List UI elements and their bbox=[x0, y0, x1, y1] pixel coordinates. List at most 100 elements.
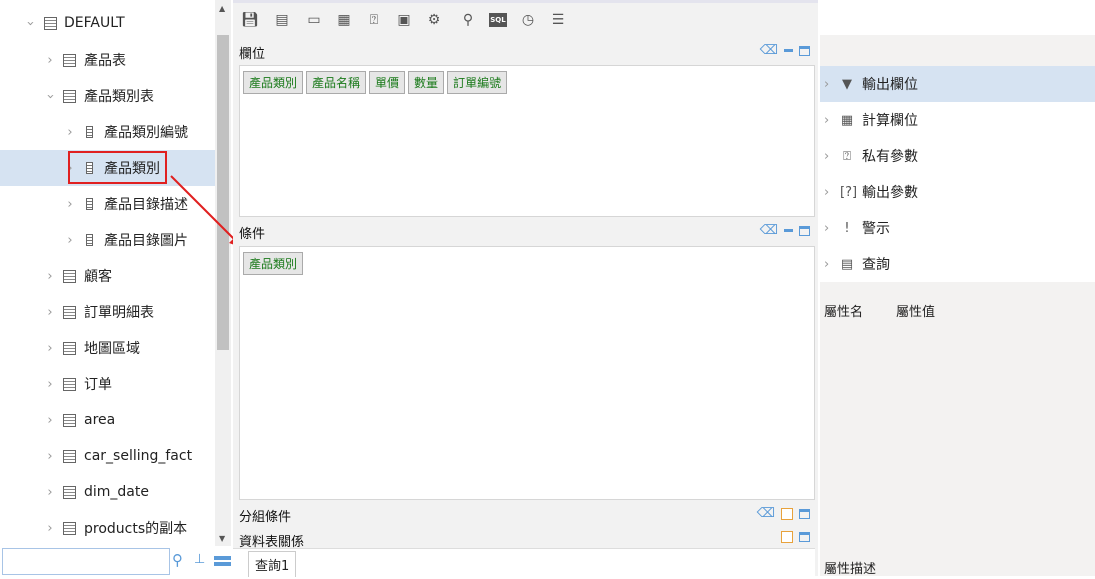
category-label: 計算欄位 bbox=[862, 110, 918, 130]
fields-label: 欄位 bbox=[239, 43, 265, 62]
tree-item[interactable]: › 訂單明細表 bbox=[0, 294, 215, 330]
chevron-right-icon[interactable]: › bbox=[824, 77, 829, 92]
search-icon[interactable]: ⚲ bbox=[172, 551, 183, 569]
field-chip[interactable]: 產品類別 bbox=[243, 252, 303, 275]
chevron-right-icon[interactable]: › bbox=[45, 521, 55, 536]
table-icon bbox=[63, 342, 76, 355]
save-icon[interactable]: 💾︎ bbox=[241, 11, 259, 29]
maximize-icon[interactable] bbox=[799, 46, 810, 56]
table-icon bbox=[63, 414, 76, 427]
tree-item[interactable]: › 地圖區域 bbox=[0, 330, 215, 366]
tree-search-input[interactable] bbox=[2, 548, 170, 575]
property-category[interactable]: ›▼輸出欄位 bbox=[820, 66, 1095, 102]
relations-controls bbox=[781, 531, 810, 543]
tree-item[interactable]: › products的副本 bbox=[0, 510, 215, 546]
properties-panel: ›▼輸出欄位›▦計算欄位›⍰私有參數›[?]輸出參數›!警示›▤查詢 屬性名 屬… bbox=[820, 35, 1095, 576]
category-label: 輸出參數 bbox=[862, 182, 918, 202]
tree-root-label: DEFAULT bbox=[64, 15, 125, 31]
conditions-panel[interactable]: 產品類別 bbox=[239, 246, 815, 500]
field-chip[interactable]: 數量 bbox=[408, 71, 444, 94]
chevron-right-icon[interactable]: › bbox=[45, 341, 55, 356]
property-category[interactable]: ›▦計算欄位 bbox=[820, 102, 1095, 138]
parameter-icon[interactable]: ⍰ bbox=[365, 11, 383, 29]
tree-item[interactable]: › 顧客 bbox=[0, 258, 215, 294]
tree-item-label: products的副本 bbox=[84, 518, 187, 538]
tree-item-label: 地圖區域 bbox=[84, 338, 140, 358]
chevron-right-icon[interactable]: › bbox=[65, 197, 75, 212]
tree-item[interactable]: › car_selling_fact bbox=[0, 438, 215, 474]
chevron-right-icon[interactable]: › bbox=[45, 53, 55, 68]
layout-icon[interactable]: ▭ bbox=[305, 11, 323, 29]
tree-item[interactable]: › 產品類別表 bbox=[0, 78, 215, 114]
chevron-right-icon[interactable]: › bbox=[824, 221, 829, 236]
list-view-icon[interactable] bbox=[214, 556, 231, 566]
chevron-right-icon[interactable]: › bbox=[824, 113, 829, 128]
maximize-icon[interactable] bbox=[799, 509, 810, 519]
scroll-up-icon[interactable]: ▲ bbox=[219, 4, 225, 13]
group-conditions-label: 分組條件 bbox=[239, 506, 291, 525]
property-category[interactable]: ›▤查詢 bbox=[820, 246, 1095, 282]
sql-icon[interactable]: SQL bbox=[489, 13, 507, 27]
export-icon[interactable]: ▣ bbox=[395, 11, 413, 29]
minimize-icon[interactable] bbox=[784, 49, 793, 52]
save-as-icon[interactable]: ▤ bbox=[273, 11, 291, 29]
tree-item-label: car_selling_fact bbox=[84, 448, 192, 464]
database-icon bbox=[44, 17, 57, 30]
tree-item-label: 订单 bbox=[84, 374, 112, 394]
property-name-header: 屬性名 bbox=[824, 301, 863, 320]
field-chip[interactable]: 訂單編號 bbox=[447, 71, 507, 94]
field-chip[interactable]: 產品類別 bbox=[243, 71, 303, 94]
chevron-down-icon[interactable]: › bbox=[43, 91, 58, 101]
column-icon bbox=[86, 234, 93, 246]
restore-icon[interactable] bbox=[781, 508, 793, 520]
chevron-right-icon[interactable]: › bbox=[824, 149, 829, 164]
chevron-right-icon[interactable]: › bbox=[45, 305, 55, 320]
fields-panel[interactable]: 產品類別產品名稱單價數量訂單編號 bbox=[239, 65, 815, 217]
hierarchy-icon[interactable]: ⊥ bbox=[194, 552, 205, 567]
chevron-right-icon[interactable]: › bbox=[45, 413, 55, 428]
search-icon[interactable]: ⚲ bbox=[459, 11, 477, 29]
tree-item[interactable]: › 產品表 bbox=[0, 42, 215, 78]
clock-icon[interactable]: ◷ bbox=[519, 11, 537, 29]
tree-item[interactable]: › dim_date bbox=[0, 474, 215, 510]
column-icon bbox=[86, 198, 93, 210]
chevron-right-icon[interactable]: › bbox=[45, 269, 55, 284]
eraser-icon[interactable]: ⌫ bbox=[760, 43, 778, 58]
field-chip[interactable]: 產品名稱 bbox=[306, 71, 366, 94]
layout-grid-icon[interactable]: ▦ bbox=[335, 11, 353, 29]
tree-item[interactable]: › 產品類別編號 bbox=[0, 114, 215, 150]
tree-item-label: dim_date bbox=[84, 484, 149, 500]
table-icon bbox=[63, 54, 76, 67]
category-label: 輸出欄位 bbox=[862, 74, 918, 94]
tree-item-label: 訂單明細表 bbox=[84, 302, 154, 322]
restore-icon[interactable] bbox=[781, 531, 793, 543]
chevron-right-icon[interactable]: › bbox=[45, 485, 55, 500]
tree-item[interactable]: › area bbox=[0, 402, 215, 438]
property-value-header: 屬性值 bbox=[896, 301, 935, 320]
property-category[interactable]: ›⍰私有參數 bbox=[820, 138, 1095, 174]
chevron-right-icon[interactable]: › bbox=[45, 377, 55, 392]
field-chip[interactable]: 單價 bbox=[369, 71, 405, 94]
tree-root[interactable]: › DEFAULT bbox=[0, 5, 215, 41]
chevron-down-icon[interactable]: › bbox=[23, 18, 38, 28]
sort-icon[interactable]: ☰ bbox=[549, 11, 567, 29]
tab-query1[interactable]: 查詢1 bbox=[248, 551, 296, 577]
chevron-right-icon[interactable]: › bbox=[65, 233, 75, 248]
property-category[interactable]: ›[?]輸出參數 bbox=[820, 174, 1095, 210]
property-category[interactable]: ›!警示 bbox=[820, 210, 1095, 246]
minimize-icon[interactable] bbox=[784, 229, 793, 232]
chevron-right-icon[interactable]: › bbox=[824, 257, 829, 272]
eraser-icon[interactable]: ⌫ bbox=[760, 223, 778, 238]
gear-icon[interactable]: ⚙ bbox=[425, 11, 443, 29]
conditions-controls: ⌫ bbox=[760, 223, 810, 238]
chevron-right-icon[interactable]: › bbox=[824, 185, 829, 200]
maximize-icon[interactable] bbox=[799, 532, 810, 542]
tree-item[interactable]: › 订单 bbox=[0, 366, 215, 402]
conditions-label: 條件 bbox=[239, 223, 265, 242]
eraser-icon[interactable]: ⌫ bbox=[757, 506, 775, 521]
maximize-icon[interactable] bbox=[799, 226, 810, 236]
chevron-right-icon[interactable]: › bbox=[45, 449, 55, 464]
chevron-right-icon[interactable]: › bbox=[65, 125, 75, 140]
table-icon bbox=[63, 522, 76, 535]
scroll-down-icon[interactable]: ▼ bbox=[219, 534, 225, 543]
